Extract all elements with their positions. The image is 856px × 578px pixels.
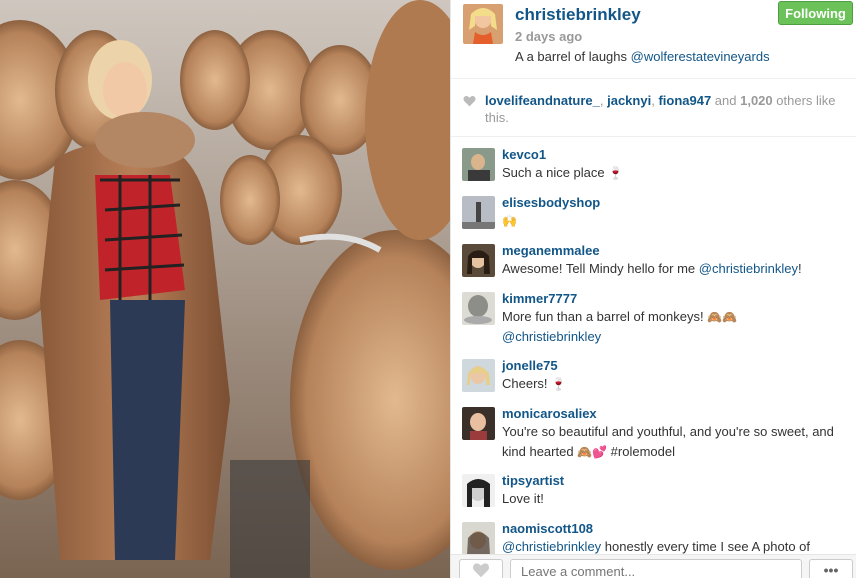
comment-text: More fun than a barrel of monkeys! 🙈🙈 @ch…	[502, 309, 738, 344]
commenter-avatar[interactable]	[462, 522, 495, 555]
see-no-evil-monkey-icon: 🙈💕	[577, 445, 608, 459]
wine-glass-icon: 🍷	[608, 166, 624, 180]
instagram-post-page: christiebrinkley 2 days ago A a barrel o…	[0, 0, 856, 578]
comment-text: Cheers! 🍷	[502, 376, 567, 391]
post-timestamp[interactable]: 2 days ago	[515, 29, 582, 44]
author-username[interactable]: christiebrinkley	[515, 5, 641, 25]
heart-icon	[463, 96, 476, 107]
see-no-evil-monkey-icon: 🙈🙈	[707, 310, 738, 324]
comment-item: kevco1 Such a nice place 🍷	[451, 146, 856, 184]
comment-item: elisesbodyshop 🙌	[451, 194, 856, 232]
comment-item: tipsyartist Love it!	[451, 472, 856, 510]
commenter-username[interactable]: tipsyartist	[502, 472, 856, 489]
comment-item: monicarosaliex You're so beautiful and y…	[451, 405, 856, 462]
commenter-username[interactable]: kimmer7777	[502, 290, 856, 307]
comment-text: Awesome! Tell Mindy hello for me @christ…	[502, 261, 802, 276]
likes-summary: lovelifeandnature_, jacknyi, fiona947 an…	[451, 78, 856, 137]
comment-item: meganemmalee Awesome! Tell Mindy hello f…	[451, 242, 856, 280]
commenter-username[interactable]: kevco1	[502, 146, 856, 163]
like-button[interactable]	[459, 559, 503, 578]
wine-glass-icon: 🍷	[551, 377, 567, 391]
author-avatar[interactable]	[463, 4, 503, 44]
post-details-panel: christiebrinkley 2 days ago A a barrel o…	[450, 0, 856, 578]
comment-text: Love it!	[502, 491, 544, 506]
comment-input[interactable]	[510, 559, 802, 578]
commenter-avatar[interactable]	[462, 292, 495, 325]
caption-mention[interactable]: @wolferestatevineyards	[631, 49, 770, 64]
commenter-username[interactable]: naomiscott108	[502, 520, 856, 537]
comment-text: You're so beautiful and youthful, and yo…	[502, 424, 834, 459]
comment-item: jonelle75 Cheers! 🍷	[451, 357, 856, 395]
author-avatar-image	[463, 4, 503, 44]
commenter-username[interactable]: meganemmalee	[502, 242, 856, 259]
likes-count[interactable]: 1,020	[740, 93, 773, 108]
comment-mention[interactable]: @christiebrinkley	[502, 539, 601, 554]
liker-link[interactable]: fiona947	[658, 93, 711, 108]
commenter-avatar[interactable]	[462, 148, 495, 181]
liker-link[interactable]: lovelifeandnature_	[485, 93, 600, 108]
hashtag[interactable]: #rolemodel	[607, 444, 675, 459]
comment-mention[interactable]: @christiebrinkley	[502, 329, 601, 344]
comment-text: 🙌	[502, 211, 856, 231]
comment-mention[interactable]: @christiebrinkley	[699, 261, 798, 276]
comment-text: Such a nice place 🍷	[502, 165, 624, 180]
liker-link[interactable]: jacknyi	[607, 93, 651, 108]
more-options-button[interactable]: •••	[809, 559, 853, 578]
caption-text: A a barrel of laughs	[515, 49, 631, 64]
comment-footer: •••	[451, 554, 856, 578]
commenter-username[interactable]: elisesbodyshop	[502, 194, 856, 211]
post-photo[interactable]	[0, 0, 450, 578]
comment-item: kimmer7777 More fun than a barrel of mon…	[451, 290, 856, 347]
ellipsis-icon: •••	[823, 562, 839, 578]
commenter-avatar[interactable]	[462, 196, 495, 229]
raised-hands-icon: 🙌	[502, 214, 517, 228]
commenter-username[interactable]: jonelle75	[502, 357, 856, 374]
commenter-avatar[interactable]	[462, 474, 495, 507]
likes-and: and	[711, 93, 741, 108]
post-caption: A a barrel of laughs @wolferestatevineya…	[515, 49, 770, 64]
comments-list: kevco1 Such a nice place 🍷 elisesbodysho…	[451, 137, 856, 558]
post-header: christiebrinkley 2 days ago A a barrel o…	[451, 0, 856, 78]
commenter-avatar[interactable]	[462, 359, 495, 392]
following-button[interactable]: Following	[778, 1, 853, 25]
commenter-avatar[interactable]	[462, 244, 495, 277]
comment-item: naomiscott108 @christiebrinkley honestly…	[451, 520, 856, 558]
heart-icon	[472, 563, 490, 578]
commenter-username[interactable]: monicarosaliex	[502, 405, 856, 422]
post-photo-image	[0, 0, 450, 578]
commenter-avatar[interactable]	[462, 407, 495, 440]
